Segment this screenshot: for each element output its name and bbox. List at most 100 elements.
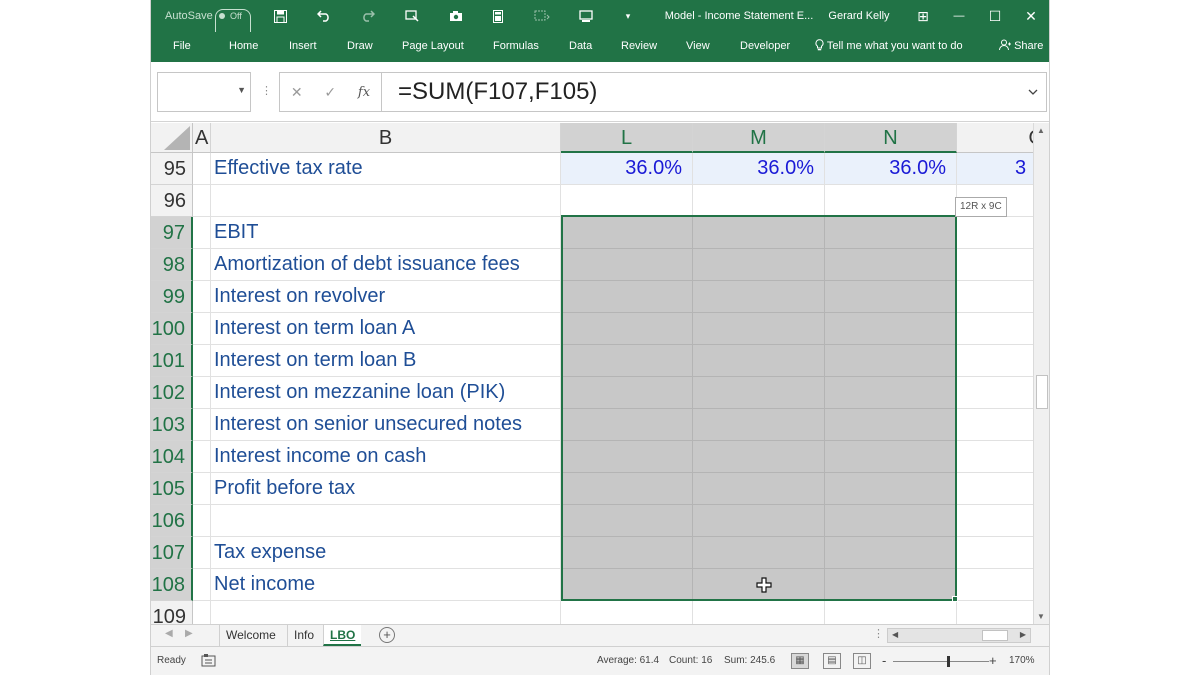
data-cell[interactable] bbox=[693, 409, 825, 441]
data-cell[interactable] bbox=[693, 281, 825, 313]
insert-function-icon[interactable]: fx bbox=[358, 85, 370, 100]
data-cell[interactable] bbox=[561, 185, 693, 217]
cancel-icon[interactable]: ✕ bbox=[291, 84, 303, 101]
tab-file[interactable]: File bbox=[173, 32, 191, 62]
worksheet-grid[interactable]: A B L M N O 95Effective tax rate36.0%36.… bbox=[151, 123, 1033, 624]
cell-a[interactable] bbox=[193, 473, 211, 505]
scroll-left-icon[interactable]: ◀ bbox=[892, 630, 898, 639]
data-cell[interactable] bbox=[693, 537, 825, 569]
data-cell[interactable] bbox=[693, 345, 825, 377]
data-cell[interactable] bbox=[693, 217, 825, 249]
row-label[interactable]: Net income bbox=[211, 569, 561, 601]
tab-split-handle[interactable]: ⋮ bbox=[873, 627, 884, 640]
data-cell[interactable] bbox=[825, 569, 957, 601]
cell-a[interactable] bbox=[193, 569, 211, 601]
horizontal-scroll-thumb[interactable] bbox=[982, 630, 1008, 641]
row-header[interactable]: 102 bbox=[151, 377, 193, 409]
scroll-down-icon[interactable]: ▼ bbox=[1037, 612, 1045, 621]
cell-a[interactable] bbox=[193, 345, 211, 377]
row-header[interactable]: 104 bbox=[151, 441, 193, 473]
row-header[interactable]: 103 bbox=[151, 409, 193, 441]
camera-icon[interactable] bbox=[445, 0, 467, 32]
horizontal-scrollbar[interactable]: ◀ ▶ bbox=[887, 628, 1031, 643]
data-cell[interactable] bbox=[693, 249, 825, 281]
row-label[interactable]: Interest income on cash bbox=[211, 441, 561, 473]
data-cell[interactable] bbox=[825, 601, 957, 624]
data-cell[interactable] bbox=[693, 377, 825, 409]
data-cell[interactable]: 36.0% bbox=[561, 153, 693, 185]
row-label[interactable]: Effective tax rate bbox=[211, 153, 561, 185]
data-cell[interactable] bbox=[957, 313, 1033, 345]
cell-a[interactable] bbox=[193, 441, 211, 473]
tab-view[interactable]: View bbox=[686, 32, 710, 62]
data-cell[interactable] bbox=[693, 473, 825, 505]
data-cell[interactable] bbox=[957, 217, 1033, 249]
data-cell[interactable] bbox=[561, 377, 693, 409]
row-label[interactable]: Amortization of debt issuance fees bbox=[211, 249, 561, 281]
data-cell[interactable] bbox=[561, 537, 693, 569]
tab-page-layout[interactable]: Page Layout bbox=[402, 32, 464, 62]
row-label[interactable]: Interest on term loan B bbox=[211, 345, 561, 377]
minimize-button[interactable]: — bbox=[941, 0, 977, 32]
tell-me-search[interactable]: Tell me what you want to do bbox=[815, 32, 963, 62]
row-header[interactable]: 97 bbox=[151, 217, 193, 249]
vertical-scrollbar[interactable]: ▲ ▼ bbox=[1033, 123, 1049, 624]
tab-developer[interactable]: Developer bbox=[740, 32, 790, 62]
cell-a[interactable] bbox=[193, 153, 211, 185]
add-sheet-icon[interactable]: + bbox=[379, 627, 395, 643]
tab-formulas[interactable]: Formulas bbox=[493, 32, 539, 62]
row-header[interactable]: 107 bbox=[151, 537, 193, 569]
row-label[interactable]: EBIT bbox=[211, 217, 561, 249]
cell-a[interactable] bbox=[193, 217, 211, 249]
data-cell[interactable] bbox=[825, 345, 957, 377]
data-cell[interactable] bbox=[561, 409, 693, 441]
cell-a[interactable] bbox=[193, 185, 211, 217]
status-count[interactable]: Count: 16 bbox=[669, 647, 712, 675]
row-label[interactable] bbox=[211, 185, 561, 217]
data-cell[interactable] bbox=[693, 441, 825, 473]
macro-recording-icon[interactable] bbox=[201, 653, 217, 669]
sheet-prev-icon[interactable]: ◀ bbox=[165, 628, 173, 639]
data-cell[interactable] bbox=[957, 281, 1033, 313]
data-cell[interactable] bbox=[825, 441, 957, 473]
scroll-right-icon[interactable]: ▶ bbox=[1020, 630, 1026, 639]
data-cell[interactable] bbox=[957, 505, 1033, 537]
data-cell[interactable] bbox=[825, 377, 957, 409]
data-cell[interactable] bbox=[561, 473, 693, 505]
data-cell[interactable] bbox=[825, 537, 957, 569]
data-cell[interactable] bbox=[561, 569, 693, 601]
cell-a[interactable] bbox=[193, 537, 211, 569]
maximize-button[interactable]: ☐ bbox=[977, 0, 1013, 32]
sheet-next-icon[interactable]: ▶ bbox=[185, 628, 193, 639]
data-cell[interactable] bbox=[825, 249, 957, 281]
row-header[interactable]: 99 bbox=[151, 281, 193, 313]
data-cell[interactable]: 36.0% bbox=[825, 153, 957, 185]
cell-a[interactable] bbox=[193, 249, 211, 281]
zoom-slider-track[interactable] bbox=[893, 661, 989, 662]
zoom-in-button[interactable]: + bbox=[989, 647, 997, 675]
expand-formula-bar-icon[interactable] bbox=[1028, 73, 1038, 111]
tab-draw[interactable]: Draw bbox=[347, 32, 373, 62]
row-header[interactable]: 105 bbox=[151, 473, 193, 505]
vertical-scroll-thumb[interactable] bbox=[1036, 375, 1048, 409]
data-cell[interactable] bbox=[561, 441, 693, 473]
column-header-l[interactable]: L bbox=[561, 123, 693, 153]
page-break-view-icon[interactable]: ◫ bbox=[853, 653, 871, 669]
data-cell[interactable] bbox=[561, 217, 693, 249]
data-cell[interactable] bbox=[693, 505, 825, 537]
row-header[interactable]: 95 bbox=[151, 153, 193, 185]
zoom-out-button[interactable]: - bbox=[882, 647, 886, 675]
calculator-icon[interactable] bbox=[487, 0, 509, 32]
data-cell[interactable]: 36.0% bbox=[693, 153, 825, 185]
column-header-n[interactable]: N bbox=[825, 123, 957, 153]
tab-review[interactable]: Review bbox=[621, 32, 657, 62]
zoom-slider-thumb[interactable] bbox=[947, 656, 950, 667]
data-cell[interactable] bbox=[561, 249, 693, 281]
row-label[interactable]: Profit before tax bbox=[211, 473, 561, 505]
row-header[interactable]: 101 bbox=[151, 345, 193, 377]
sheet-tab-info[interactable]: Info bbox=[287, 625, 320, 646]
user-name[interactable]: Gerard Kelly bbox=[827, 0, 891, 32]
data-cell[interactable] bbox=[957, 473, 1033, 505]
formula-input[interactable]: =SUM(F107,F105) bbox=[381, 72, 1047, 112]
sheet-tab-welcome[interactable]: Welcome bbox=[219, 625, 282, 646]
